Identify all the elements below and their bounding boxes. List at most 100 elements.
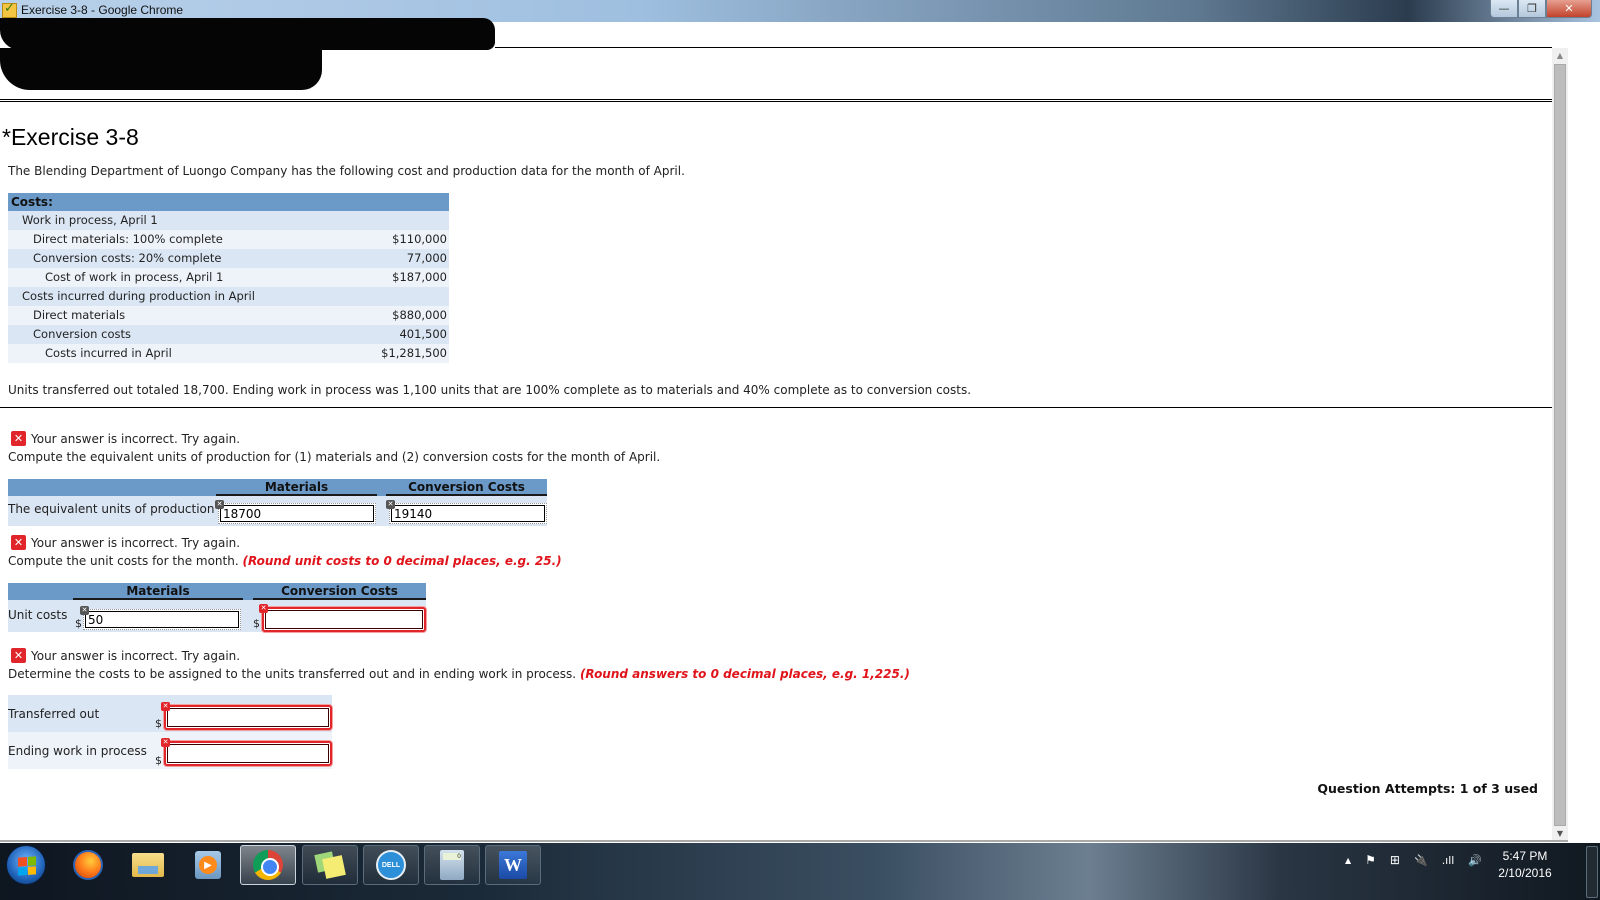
col-materials: Materials (73, 583, 243, 600)
row-label: Conversion costs (33, 327, 131, 341)
ending-wip-input[interactable] (167, 744, 329, 763)
redacted-region (0, 18, 495, 50)
row-label: Conversion costs: 20% complete (33, 251, 222, 265)
power-icon[interactable]: 🔌 (1414, 854, 1428, 867)
col-conversion: Conversion Costs (253, 583, 426, 600)
start-button[interactable] (6, 845, 46, 885)
page-title: *Exercise 3-8 (2, 124, 139, 150)
table-row: Costs incurred during production in Apri… (8, 287, 449, 306)
taskbar-media-player[interactable]: ▶ (180, 845, 236, 885)
taskbar-sticky-notes[interactable] (302, 845, 358, 885)
part2-row: Unit costs $ ✕ $ ✕ (8, 600, 426, 632)
part1-row: The equivalent units of production ✕ ✕ (8, 496, 547, 526)
error-text: Your answer is incorrect. Try again. (31, 431, 241, 446)
row-value: $880,000 (392, 308, 447, 322)
show-hidden-icons-icon[interactable]: ▲ (1345, 856, 1351, 865)
table-row: Conversion costs: 20% complete 77,000 (8, 249, 449, 269)
clock-date: 2/10/2016 (1498, 866, 1552, 880)
incorrect-mark-icon: ✕ (161, 702, 170, 711)
error-message: ✕ Your answer is incorrect. Try again. (11, 648, 240, 663)
table-row: Cost of work in process, April 1 $187,00… (8, 268, 449, 290)
part2-header: Materials Conversion Costs (8, 583, 426, 600)
chrome-icon (253, 850, 283, 880)
transferred-out-label: Transferred out (8, 707, 100, 721)
calculator-icon (440, 850, 464, 880)
table-row: Work in process, April 1 (8, 211, 449, 230)
transferred-out-field[interactable] (164, 705, 332, 730)
currency-symbol: $ (75, 617, 82, 630)
error-text: Your answer is incorrect. Try again. (31, 648, 241, 663)
currency-symbol: $ (155, 717, 162, 730)
network-signal-icon[interactable]: .ıll (1442, 854, 1455, 867)
taskbar-firefox[interactable] (60, 845, 116, 885)
error-icon: ✕ (11, 535, 26, 550)
units-text: Units transferred out totaled 18,700. En… (8, 383, 972, 397)
transferred-out-input[interactable] (167, 708, 329, 727)
currency-symbol: $ (253, 617, 260, 630)
table-row: Costs incurred in April $1,281,500 (8, 344, 449, 363)
row-label: Direct materials (33, 308, 126, 322)
conversion-unit-cost-input[interactable] (265, 610, 423, 629)
restore-button[interactable]: ❐ (1518, 0, 1546, 18)
close-button[interactable]: ✕ (1546, 0, 1592, 18)
footer-divider (0, 840, 1568, 842)
system-clock[interactable]: 5:47 PM 2/10/2016 (1490, 848, 1560, 882)
row-label: Cost of work in process, April 1 (45, 270, 224, 284)
materials-unit-cost-field[interactable] (83, 609, 241, 630)
part3-instruction-text: Determine the costs to be assigned to th… (8, 667, 577, 681)
redacted-region (0, 48, 322, 90)
conversion-eu-field[interactable] (389, 503, 547, 524)
currency-symbol: $ (155, 754, 162, 767)
window-controls: — ❐ ✕ (1490, 0, 1592, 18)
sticky-notes-icon (314, 851, 346, 879)
conversion-eu-input[interactable] (391, 505, 545, 522)
materials-eu-field[interactable] (218, 503, 376, 524)
section-divider (0, 407, 1552, 408)
show-desktop-button[interactable] (1586, 846, 1598, 898)
unit-costs-label: Unit costs (8, 608, 68, 622)
equivalent-units-label: The equivalent units of production (8, 502, 215, 516)
taskbar: ▶ DELL W (0, 843, 1600, 900)
windows-icon[interactable]: ⊞ (1390, 853, 1400, 867)
part3-instruction: Determine the costs to be assigned to th… (8, 667, 910, 681)
conversion-unit-cost-field[interactable] (262, 607, 426, 632)
part1-header: Materials Conversion Costs (8, 479, 547, 496)
error-icon: ✕ (11, 431, 26, 446)
row-label: Direct materials: 100% complete (33, 232, 223, 246)
volume-icon[interactable]: 🔊 (1468, 854, 1482, 867)
col-materials: Materials (216, 479, 377, 496)
incorrect-mark-icon: ✕ (386, 500, 395, 509)
ending-wip-label: Ending work in process (8, 744, 147, 758)
row-value: 401,500 (349, 325, 447, 345)
scroll-thumb[interactable] (1554, 64, 1566, 826)
window-title: Exercise 3-8 - Google Chrome (21, 3, 184, 17)
app-icon (2, 1, 17, 18)
error-icon: ✕ (11, 648, 26, 663)
scroll-up-icon[interactable]: ▲ (1552, 48, 1568, 64)
taskbar-explorer[interactable] (120, 845, 176, 885)
media-player-icon: ▶ (195, 851, 221, 879)
taskbar-chrome[interactable] (240, 845, 296, 885)
ending-wip-field[interactable] (164, 741, 332, 766)
part2-hint: (Round unit costs to 0 decimal places, e… (242, 554, 562, 568)
table-row: Direct materials $880,000 (8, 306, 449, 325)
error-message: ✕ Your answer is incorrect. Try again. (11, 431, 240, 446)
col-conversion: Conversion Costs (386, 479, 547, 496)
windows-logo-icon (18, 856, 36, 876)
materials-unit-cost-input[interactable] (85, 611, 239, 628)
minimize-button[interactable]: — (1490, 0, 1518, 18)
vertical-scrollbar[interactable]: ▲ ▼ (1552, 48, 1568, 842)
taskbar-calculator[interactable] (424, 845, 480, 885)
transferred-out-row: Transferred out $ ✕ (8, 695, 332, 732)
row-label: Work in process, April 1 (22, 213, 158, 227)
question-attempts: Question Attempts: 1 of 3 used (1317, 781, 1538, 796)
materials-eu-input[interactable] (220, 505, 374, 522)
taskbar-dell[interactable]: DELL (363, 845, 419, 885)
part2-instruction: Compute the unit costs for the month. (R… (8, 554, 562, 568)
part1-instruction: Compute the equivalent units of producti… (8, 450, 661, 464)
action-center-flag-icon[interactable]: ⚑ (1365, 853, 1376, 867)
row-value: 77,000 (349, 249, 447, 269)
taskbar-word[interactable]: W (485, 845, 541, 885)
table-row: Direct materials: 100% complete $110,000 (8, 230, 449, 249)
exercise-content: *Exercise 3-8 The Blending Department of… (0, 102, 1552, 842)
